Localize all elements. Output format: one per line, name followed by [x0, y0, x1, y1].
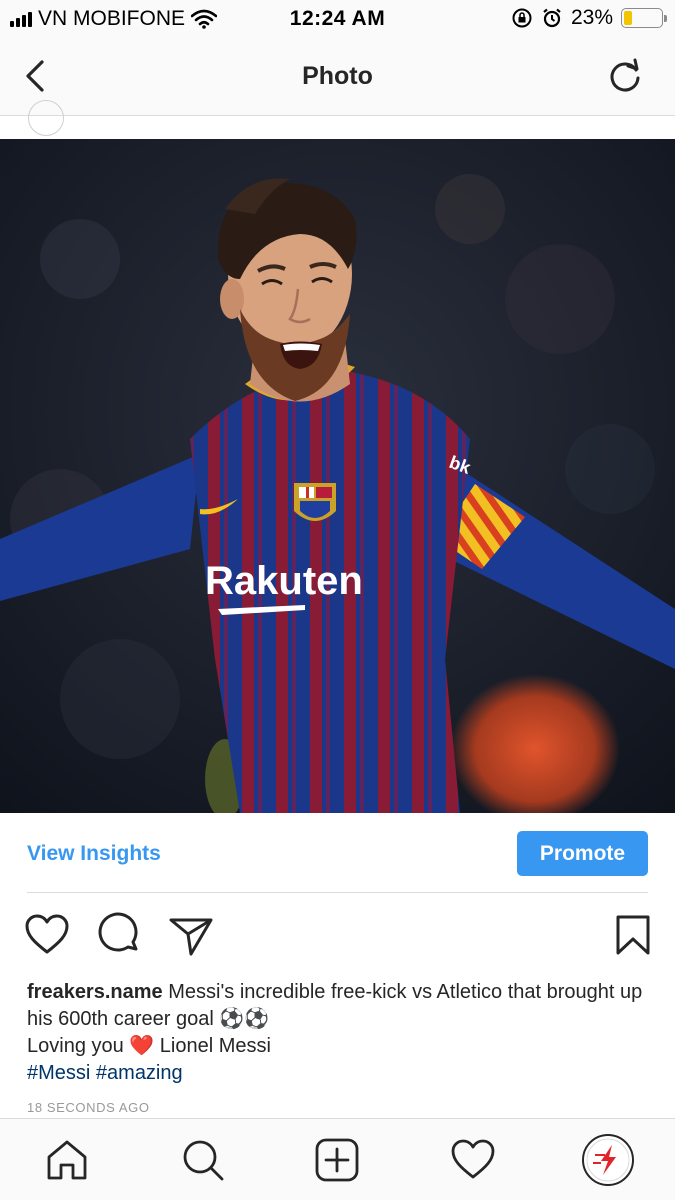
page-title: Photo: [302, 62, 373, 90]
caption-username[interactable]: freakers.name: [27, 981, 163, 1003]
caption-line-1: freakers.name Messi's incredible free-ki…: [27, 979, 652, 1033]
divider: [27, 892, 648, 893]
post-timestamp: 18 SECONDS AGO: [27, 1100, 150, 1115]
post-actions: [0, 912, 675, 962]
caption-line2-suffix: Lionel Messi: [159, 1035, 271, 1057]
activity-icon[interactable]: [450, 1137, 496, 1183]
status-right: 23%: [511, 6, 667, 30]
home-icon[interactable]: [44, 1137, 90, 1183]
bookmark-icon[interactable]: [610, 912, 656, 958]
battery-icon: [621, 8, 667, 28]
refresh-icon[interactable]: [605, 56, 645, 96]
search-icon[interactable]: [180, 1137, 226, 1183]
avatar: [28, 100, 64, 136]
view-insights-link[interactable]: View Insights: [27, 842, 161, 866]
insights-row: View Insights Promote: [0, 813, 675, 893]
post-caption: freakers.name Messi's incredible free-ki…: [27, 979, 652, 1087]
tab-bar: [0, 1118, 675, 1200]
promote-button[interactable]: Promote: [517, 831, 648, 876]
caption-line2-prefix: Loving you: [27, 1035, 124, 1057]
nav-header: Photo: [0, 38, 675, 116]
comment-icon[interactable]: [96, 912, 142, 958]
post-photo[interactable]: Rakuten bk: [0, 139, 675, 813]
heart-icon[interactable]: [24, 912, 70, 958]
battery-percent: 23%: [570, 6, 613, 29]
caption-hashtags[interactable]: #Messi #amazing: [27, 1060, 652, 1087]
status-bar: VN MOBIFONE 12:24 AM 23%: [0, 0, 675, 38]
profile-icon[interactable]: [581, 1133, 635, 1187]
photo-illustration: Rakuten bk: [0, 139, 675, 813]
jersey-sponsor: Rakuten: [205, 559, 363, 603]
share-icon[interactable]: [168, 912, 214, 958]
battery-fill: [624, 11, 633, 25]
caption-line-2: Loving you ❤️ Lionel Messi: [27, 1033, 652, 1060]
alarm-icon: [543, 8, 561, 28]
rotation-lock-icon: [512, 8, 532, 28]
heart-emoji: ❤️: [129, 1035, 155, 1057]
profile-strip: [0, 100, 675, 139]
add-post-icon[interactable]: [314, 1137, 360, 1183]
